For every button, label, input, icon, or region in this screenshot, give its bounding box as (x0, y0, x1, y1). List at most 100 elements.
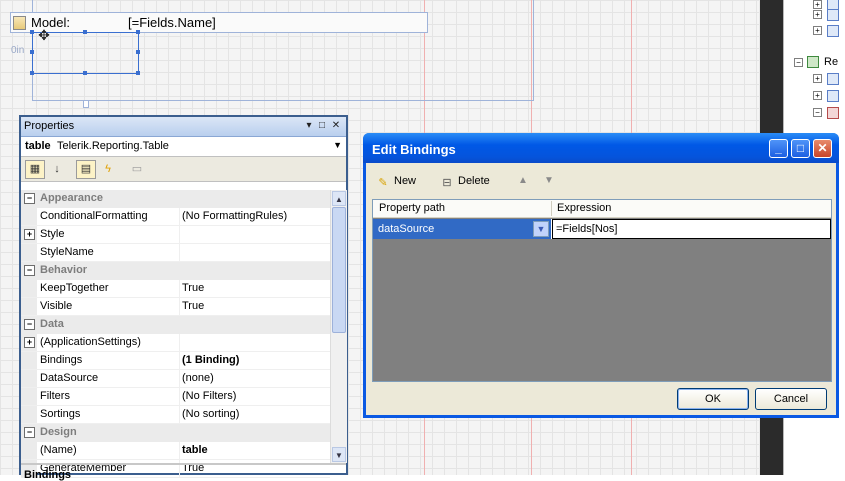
chevron-down-icon[interactable]: ▼ (533, 221, 549, 237)
maximize-icon[interactable]: □ (317, 120, 327, 131)
property-value[interactable]: (No FormattingRules) (182, 210, 287, 222)
tree-expand-icon[interactable]: + (813, 26, 822, 35)
properties-toolbar: ▦ ↓ ▤ ϟ ▭ (21, 157, 346, 182)
folder-icon (827, 73, 839, 85)
resize-handle[interactable] (136, 71, 140, 75)
column-header-property-path[interactable]: Property path (379, 202, 445, 214)
property-path-value: dataSource (378, 223, 435, 235)
property-name: DataSource (40, 372, 99, 384)
delete-button-label: Delete (458, 175, 490, 187)
column-separator (179, 244, 180, 261)
row-gutter (21, 370, 37, 387)
resize-handle[interactable] (136, 50, 140, 54)
column-separator (179, 334, 180, 351)
properties-view-icon[interactable]: ▤ (76, 160, 96, 179)
tree-collapse-icon[interactable]: − (813, 108, 822, 117)
chevron-down-icon[interactable]: ▼ (333, 140, 342, 150)
cancel-button[interactable]: Cancel (755, 388, 827, 410)
ok-button[interactable]: OK (677, 388, 749, 410)
property-pages-icon[interactable]: ▭ (127, 160, 147, 179)
property-grid-scrollbar[interactable]: ▲ ▼ (330, 190, 347, 463)
tree-collapse-icon[interactable]: − (794, 58, 803, 67)
tree-item-label[interactable]: Re (824, 56, 838, 68)
property-row[interactable]: DataSource (none) (21, 370, 330, 388)
property-row[interactable]: + (ApplicationSettings) (21, 334, 330, 352)
property-path-combo[interactable]: dataSource ▼ (373, 219, 551, 239)
resize-handle[interactable] (136, 30, 140, 34)
row-gutter (21, 406, 37, 423)
property-row[interactable]: Sortings (No sorting) (21, 406, 330, 424)
collapse-icon[interactable]: − (24, 427, 35, 438)
property-row[interactable]: (Name) table (21, 442, 330, 460)
move-down-icon[interactable]: ▼ (544, 173, 554, 189)
model-field-expression[interactable]: [=Fields.Name] (128, 15, 216, 30)
tree-expand-icon[interactable]: + (813, 74, 822, 83)
table-row[interactable]: dataSource ▼ =Fields[Nos] (373, 219, 831, 239)
column-separator (179, 352, 180, 369)
minimize-icon[interactable]: _ (769, 139, 788, 158)
property-category-row[interactable]: − Data (21, 316, 330, 334)
object-selector[interactable]: table Telerik.Reporting.Table ▼ (21, 137, 346, 157)
expression-value: =Fields[Nos] (556, 223, 618, 235)
property-value[interactable]: (1 Binding) (182, 354, 239, 366)
expand-icon[interactable]: + (24, 229, 35, 240)
model-textbox-row[interactable]: Model: [=Fields.Name] (10, 12, 428, 33)
property-value[interactable]: (none) (182, 372, 214, 384)
close-icon[interactable]: ✕ (813, 139, 832, 158)
project-icon (807, 56, 819, 68)
scroll-thumb[interactable] (332, 207, 346, 333)
scroll-up-icon[interactable]: ▲ (332, 191, 346, 206)
section-splitter-handle[interactable] (83, 100, 89, 108)
new-binding-button[interactable]: ✎ New (377, 173, 416, 189)
resize-handle[interactable] (30, 50, 34, 54)
categorized-icon[interactable]: ▦ (25, 160, 45, 179)
category-label: Behavior (40, 264, 88, 276)
property-value[interactable]: (No sorting) (182, 408, 239, 420)
resize-handle[interactable] (30, 30, 34, 34)
events-icon[interactable]: ϟ (98, 160, 118, 179)
property-row[interactable]: Bindings (1 Binding) (21, 352, 330, 370)
property-value[interactable]: True (182, 300, 204, 312)
dialog-title-bar[interactable]: Edit Bindings _ □ ✕ (363, 133, 839, 163)
property-row[interactable]: StyleName (21, 244, 330, 262)
close-icon[interactable]: ✕ (331, 120, 341, 131)
tree-expand-icon[interactable]: + (813, 0, 822, 9)
column-header-expression[interactable]: Expression (557, 202, 611, 214)
folder-icon (827, 90, 839, 102)
bindings-grid: Property path Expression dataSource ▼ =F… (372, 199, 832, 382)
property-value[interactable]: True (182, 282, 204, 294)
collapse-icon[interactable]: − (24, 193, 35, 204)
collapse-icon[interactable]: − (24, 319, 35, 330)
property-row[interactable]: ConditionalFormatting (No FormattingRules… (21, 208, 330, 226)
row-gutter (21, 388, 37, 405)
property-row[interactable]: KeepTogether True (21, 280, 330, 298)
property-row[interactable]: Visible True (21, 298, 330, 316)
property-row[interactable]: Filters (No Filters) (21, 388, 330, 406)
resize-handle[interactable] (30, 71, 34, 75)
delete-binding-button[interactable]: ⊟ Delete (441, 173, 490, 189)
property-name: Filters (40, 390, 70, 402)
column-separator[interactable] (551, 201, 552, 216)
resize-handle[interactable] (83, 71, 87, 75)
move-handle-icon[interactable]: ✥ (36, 27, 52, 43)
expression-field[interactable]: =Fields[Nos] (552, 219, 831, 239)
property-category-row[interactable]: − Design (21, 424, 330, 442)
property-category-row[interactable]: − Behavior (21, 262, 330, 280)
collapse-icon[interactable]: − (24, 265, 35, 276)
tree-expand-icon[interactable]: + (813, 10, 822, 19)
property-category-row[interactable]: − Appearance (21, 190, 330, 208)
property-name: KeepTogether (40, 282, 109, 294)
object-type: Telerik.Reporting.Table (57, 140, 169, 152)
move-up-icon[interactable]: ▲ (518, 173, 528, 189)
scroll-down-icon[interactable]: ▼ (332, 447, 346, 462)
maximize-icon[interactable]: □ (791, 139, 810, 158)
expand-icon[interactable]: + (24, 337, 35, 348)
property-row[interactable]: + Style (21, 226, 330, 244)
resize-handle[interactable] (83, 30, 87, 34)
help-splitter[interactable] (21, 463, 346, 465)
tree-expand-icon[interactable]: + (813, 91, 822, 100)
window-position-icon[interactable]: ▾ (304, 120, 314, 131)
property-value[interactable]: table (182, 444, 208, 456)
property-value[interactable]: (No Filters) (182, 390, 236, 402)
alphabetical-sort-icon[interactable]: ↓ (47, 160, 67, 179)
